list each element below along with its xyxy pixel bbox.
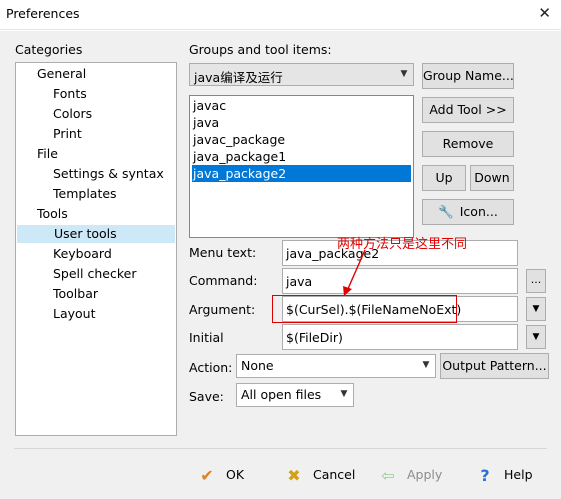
initial-field[interactable]: $(FileDir) bbox=[282, 324, 518, 350]
tree-item-spell-checker[interactable]: Spell checker bbox=[53, 265, 140, 283]
help-label: Help bbox=[504, 467, 533, 482]
group-name-button[interactable]: Group Name... bbox=[422, 63, 514, 89]
command-value: java bbox=[286, 274, 313, 289]
arrow-left-icon: ⇦ bbox=[381, 465, 395, 485]
close-icon[interactable]: ✕ bbox=[538, 4, 551, 22]
initial-value: $(FileDir) bbox=[286, 330, 343, 345]
group-select-value: java编译及运行 bbox=[194, 70, 283, 85]
checkmark-icon: ✔ bbox=[200, 465, 214, 485]
output-pattern-button[interactable]: Output Pattern... bbox=[440, 353, 549, 379]
tree-item-settings-syntax[interactable]: Settings & syntax bbox=[53, 165, 168, 183]
wrench-icon: 🔧 bbox=[438, 204, 454, 219]
help-button[interactable]: ? Help bbox=[474, 463, 533, 487]
groups-label: Groups and tool items: bbox=[189, 42, 332, 57]
save-select-value: All open files bbox=[241, 387, 322, 402]
help-icon: ? bbox=[480, 465, 490, 485]
tree-item-print[interactable]: Print bbox=[53, 125, 86, 143]
tool-item[interactable]: java_package1 bbox=[192, 148, 411, 165]
annotation-highlight-box bbox=[272, 295, 457, 323]
icon-button-label: Icon... bbox=[459, 204, 498, 219]
argument-label: Argument: bbox=[189, 302, 256, 317]
icon-button[interactable]: 🔧 Icon... bbox=[422, 199, 514, 225]
chevron-down-icon: ▼ bbox=[532, 304, 540, 314]
up-button[interactable]: Up bbox=[422, 165, 466, 191]
tool-item[interactable]: java bbox=[192, 114, 411, 131]
tree-item-fonts[interactable]: Fonts bbox=[53, 85, 91, 103]
cancel-label: Cancel bbox=[313, 467, 356, 482]
tree-item-file[interactable]: File bbox=[37, 145, 62, 163]
chevron-down-icon: ▼ bbox=[340, 389, 348, 399]
tree-item-keyboard[interactable]: Keyboard bbox=[53, 245, 116, 263]
tree-item-toolbar[interactable]: Toolbar bbox=[53, 285, 102, 303]
chevron-down-icon: ▼ bbox=[400, 69, 408, 79]
remove-button[interactable]: Remove bbox=[422, 131, 514, 157]
ok-button[interactable]: ✔ OK bbox=[196, 463, 244, 487]
annotation-arrow bbox=[343, 249, 366, 296]
ok-label: OK bbox=[226, 467, 245, 482]
add-tool-button[interactable]: Add Tool >> bbox=[422, 97, 514, 123]
tree-item-layout[interactable]: Layout bbox=[53, 305, 100, 323]
categories-tree[interactable]: General Fonts Colors Print File Settings & sy… bbox=[15, 62, 177, 436]
action-select[interactable]: None ▼ bbox=[236, 354, 436, 378]
group-select[interactable]: java编译及运行 ▼ bbox=[189, 63, 414, 86]
chevron-down-icon: ▼ bbox=[532, 332, 540, 342]
title-bar: Preferences ✕ bbox=[0, 0, 561, 30]
chevron-down-icon: ▼ bbox=[422, 360, 430, 370]
save-label: Save: bbox=[189, 389, 224, 404]
command-label: Command: bbox=[189, 273, 258, 288]
apply-button[interactable]: ⇦ Apply bbox=[377, 463, 442, 487]
tree-item-user-tools[interactable]: User tools bbox=[17, 225, 175, 243]
tree-item-colors[interactable]: Colors bbox=[53, 105, 96, 123]
command-browse-button[interactable]: ... bbox=[526, 269, 546, 293]
tool-item[interactable]: javac_package bbox=[192, 131, 411, 148]
cancel-button[interactable]: ✖ Cancel bbox=[283, 463, 355, 487]
tool-item[interactable]: java_package2 bbox=[192, 165, 411, 182]
menu-text-label: Menu text: bbox=[189, 245, 257, 260]
tree-item-tools[interactable]: Tools bbox=[37, 205, 72, 223]
tool-item[interactable]: javac bbox=[192, 97, 411, 114]
command-field[interactable]: java bbox=[282, 268, 518, 294]
apply-label: Apply bbox=[407, 467, 443, 482]
action-label: Action: bbox=[189, 360, 233, 375]
initial-dropdown-button[interactable]: ▼ bbox=[526, 325, 546, 349]
cross-icon: ✖ bbox=[287, 465, 301, 485]
down-button[interactable]: Down bbox=[470, 165, 514, 191]
footer-separator bbox=[14, 448, 547, 449]
initial-label: Initial bbox=[189, 330, 224, 345]
tree-item-templates[interactable]: Templates bbox=[53, 185, 121, 203]
argument-dropdown-button[interactable]: ▼ bbox=[526, 297, 546, 321]
save-select[interactable]: All open files ▼ bbox=[236, 383, 354, 407]
action-select-value: None bbox=[241, 358, 274, 373]
tree-item-general[interactable]: General bbox=[37, 65, 90, 83]
categories-label: Categories bbox=[15, 42, 83, 57]
window-title: Preferences bbox=[6, 6, 80, 21]
tool-items-list[interactable]: javac java javac_package java_package1 java_… bbox=[189, 95, 414, 238]
